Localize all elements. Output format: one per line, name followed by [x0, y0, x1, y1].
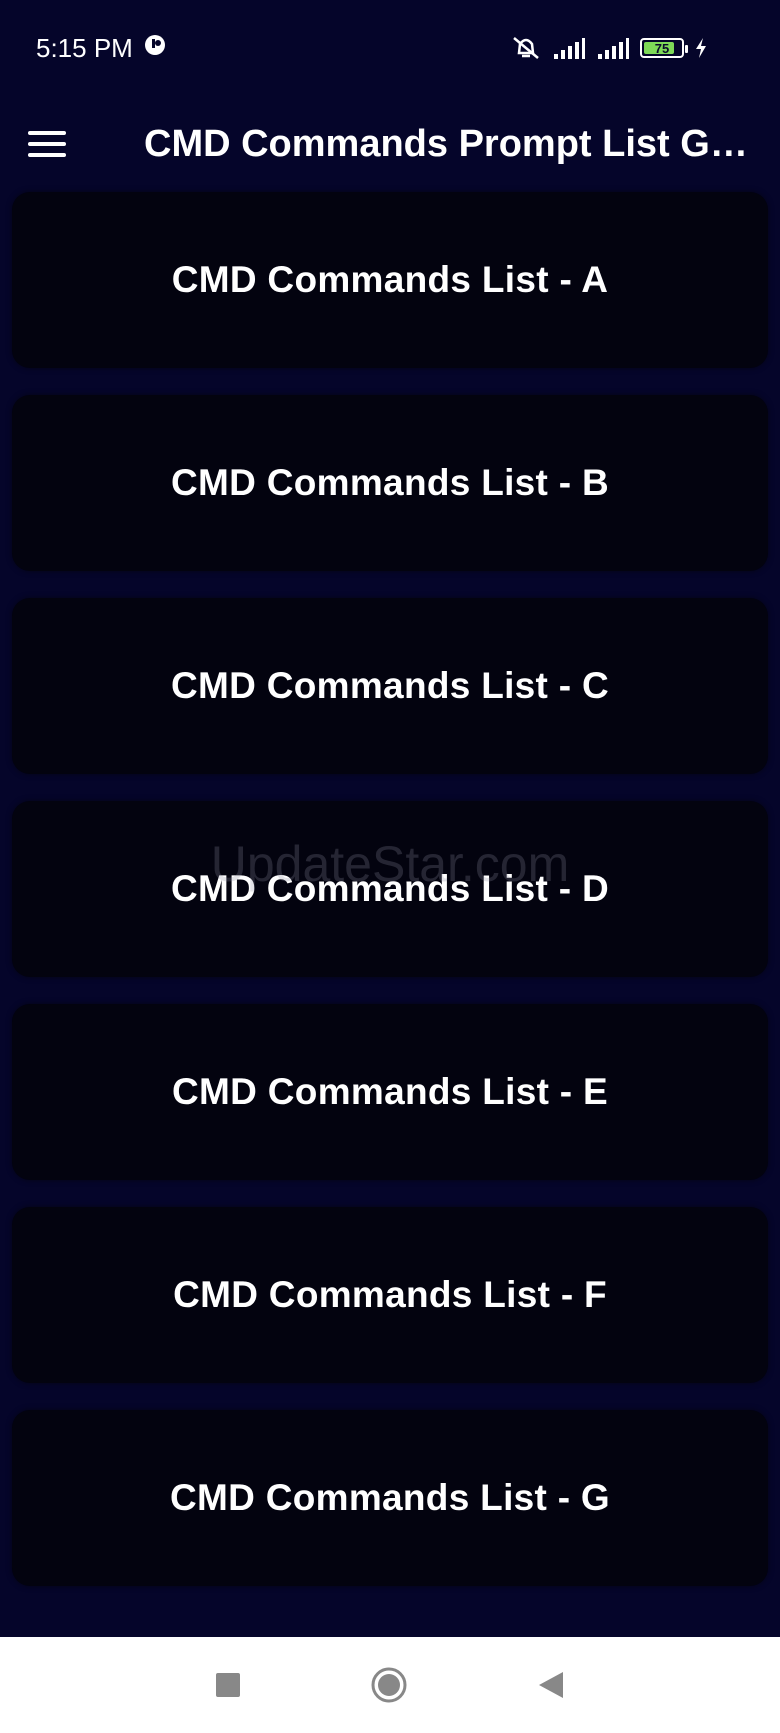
battery-icon: 75: [640, 38, 688, 58]
status-left: 5:15 PM: [36, 33, 167, 64]
home-icon[interactable]: [371, 1667, 407, 1703]
list-item-label: CMD Commands List - C: [171, 665, 609, 706]
battery-level: 75: [654, 40, 670, 56]
charging-icon: [694, 37, 708, 59]
page-title: CMD Commands Prompt List Guide: [144, 122, 754, 165]
signal-icon: [552, 36, 586, 60]
recent-apps-icon[interactable]: [215, 1672, 241, 1698]
app-bar: CMD Commands Prompt List Guide: [0, 96, 780, 192]
list-item-c[interactable]: CMD Commands List - C: [12, 598, 768, 774]
notification-icon: [143, 33, 167, 64]
commands-list: CMD Commands List - A CMD Commands List …: [12, 192, 768, 1613]
list-item-label: CMD Commands List - F: [173, 1274, 607, 1315]
list-item-label: CMD Commands List - D: [171, 868, 609, 909]
list-item-f[interactable]: CMD Commands List - F: [12, 1207, 768, 1383]
list-item-label: CMD Commands List - A: [171, 259, 609, 300]
system-nav-bar: [0, 1637, 780, 1733]
mute-icon: [510, 34, 542, 62]
list-item-label: CMD Commands List - G: [169, 1477, 611, 1518]
signal-icon-2: [596, 36, 630, 60]
status-time: 5:15 PM: [36, 32, 133, 63]
back-icon[interactable]: [537, 1670, 565, 1700]
status-right: 75: [510, 34, 708, 62]
list-item-g[interactable]: CMD Commands List - G: [12, 1410, 768, 1586]
list-item-label: CMD Commands List - B: [171, 462, 609, 503]
status-bar: 5:15 PM 75: [0, 0, 780, 96]
list-item-label: CMD Commands List - E: [172, 1071, 608, 1112]
hamburger-menu-icon[interactable]: [28, 116, 84, 172]
list-item-a[interactable]: CMD Commands List - A: [12, 192, 768, 368]
list-item-d[interactable]: CMD Commands List - D: [12, 801, 768, 977]
list-item-b[interactable]: CMD Commands List - B: [12, 395, 768, 571]
list-item-e[interactable]: CMD Commands List - E: [12, 1004, 768, 1180]
app-screen: 5:15 PM 75 CMD Commands Prompt List Guid…: [0, 0, 780, 1733]
